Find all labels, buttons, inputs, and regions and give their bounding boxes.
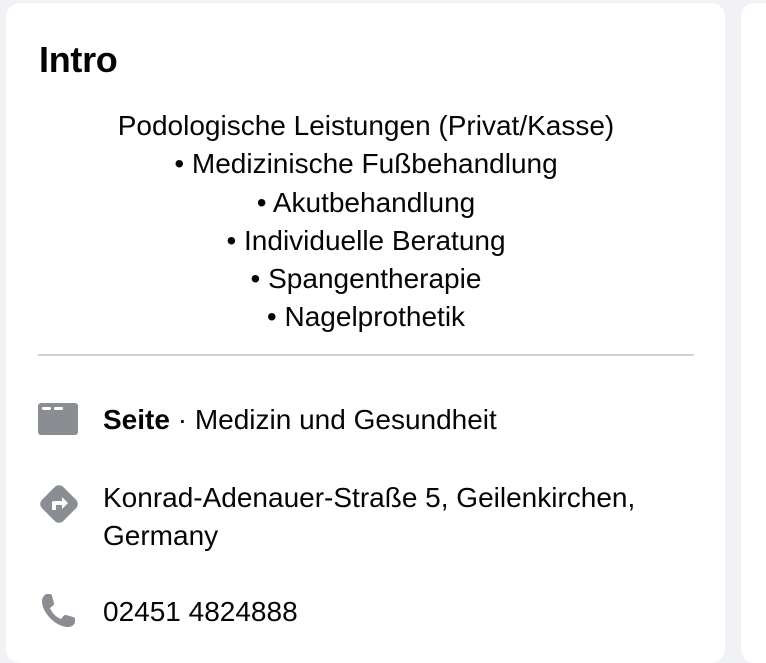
separator: ·	[169, 404, 195, 435]
page-category-text: Seite · Medizin und Gesundheit	[103, 401, 497, 439]
phone-icon	[38, 591, 80, 633]
phone-number[interactable]: 02451 4824888	[103, 593, 298, 631]
intro-title: Intro	[39, 39, 118, 80]
page-type-label[interactable]: Seite	[103, 404, 170, 435]
address-line-1: Konrad-Adenauer-Straße 5, Geilenkirchen,	[103, 482, 636, 513]
page-category-row: Seite · Medizin und Gesundheit	[38, 401, 698, 445]
address-row[interactable]: Konrad-Adenauer-Straße 5, Geilenkirchen,…	[38, 479, 698, 559]
bio-line: • Akutbehandlung	[256, 186, 476, 218]
flag-page-icon	[38, 401, 80, 443]
bio-line: • Individuelle Beratung	[226, 224, 506, 256]
directions-icon	[38, 483, 80, 525]
bio-line: • Spangentherapie	[250, 263, 482, 295]
adjacent-card	[741, 3, 766, 663]
bio-line: • Nagelprothetik	[266, 301, 466, 333]
divider	[38, 354, 694, 356]
bio-line: Podologische Leistungen (Privat/Kasse)	[117, 110, 615, 141]
intro-card: Intro Podologische Leistungen (Privat/Ka…	[6, 3, 725, 663]
address-line-2: Germany	[103, 520, 219, 551]
intro-bio: Podologische Leistungen (Privat/Kasse) •…	[38, 107, 694, 337]
page-category: Medizin und Gesundheit	[194, 404, 497, 435]
phone-row[interactable]: 02451 4824888	[38, 591, 698, 635]
bio-line: • Medizinische Fußbehandlung	[174, 148, 558, 180]
